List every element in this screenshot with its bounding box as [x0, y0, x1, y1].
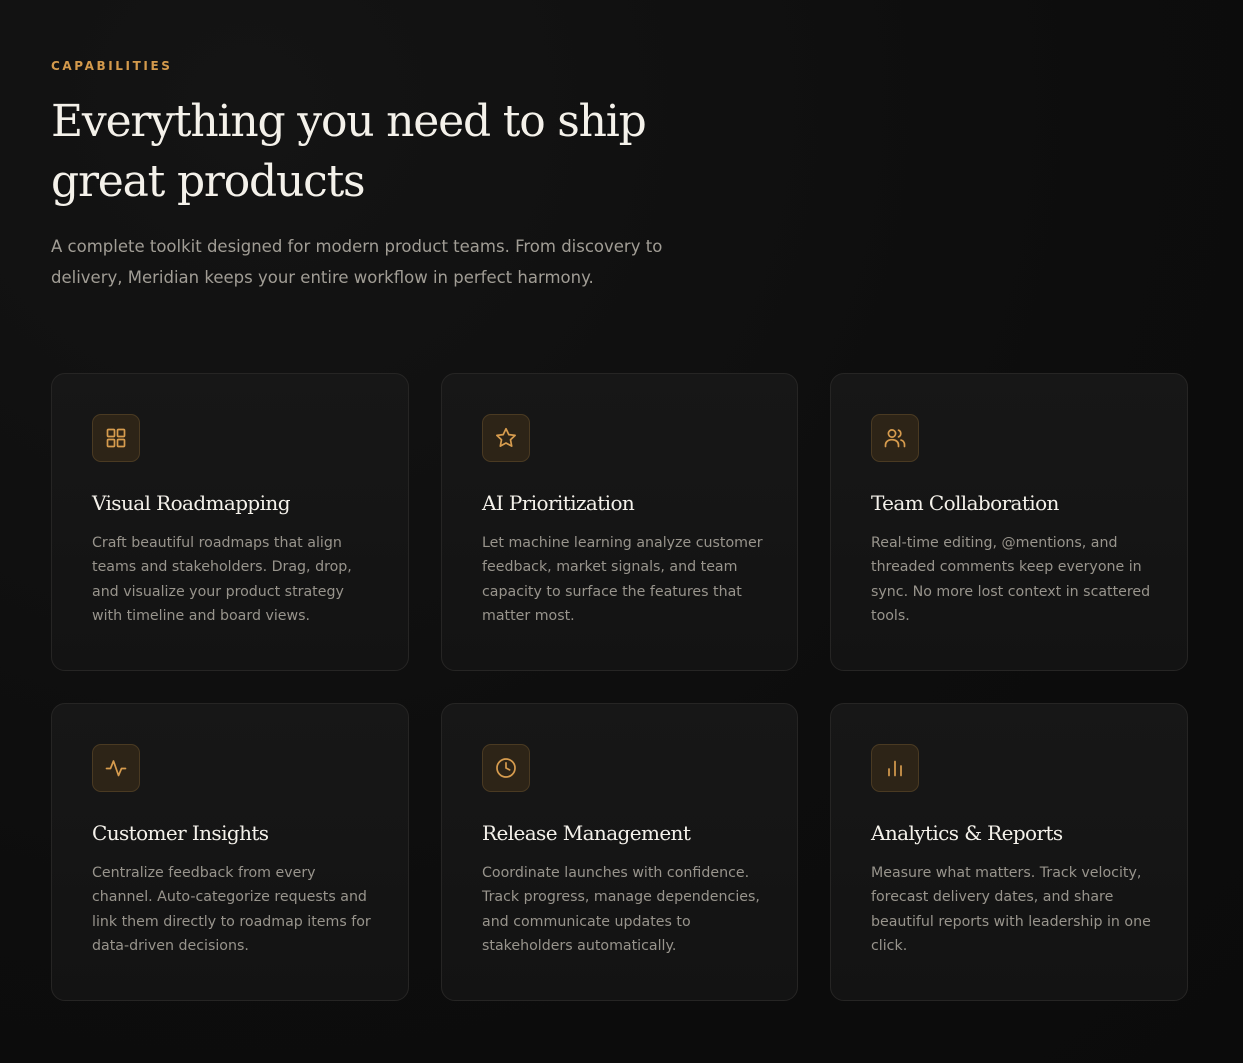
feature-description: Coordinate launches with confidence. Tra… — [482, 865, 760, 954]
feature-card-release-management: Release Management Coordinate launches w… — [441, 703, 798, 1001]
feature-card-analytics-reports: Analytics & Reports Measure what matters… — [830, 703, 1188, 1001]
features-grid: Visual Roadmapping Craft beautiful roadm… — [51, 373, 1188, 1001]
feature-title: Customer Insights — [92, 821, 269, 845]
users-icon — [871, 414, 919, 462]
feature-card-visual-roadmapping: Visual Roadmapping Craft beautiful roadm… — [51, 373, 409, 671]
feature-title: AI Prioritization — [482, 491, 635, 515]
section-eyebrow: CAPABILITIES — [51, 59, 173, 73]
feature-description: Centralize feedback from every channel. … — [92, 865, 371, 954]
section-lede: A complete toolkit designed for modern p… — [51, 237, 663, 287]
feature-title: Visual Roadmapping — [92, 491, 291, 515]
feature-card-customer-insights: Customer Insights Centralize feedback fr… — [51, 703, 409, 1001]
feature-card-team-collaboration: Team Collaboration Real-time editing, @m… — [830, 373, 1188, 671]
bar-chart-icon — [871, 744, 919, 792]
activity-icon — [92, 744, 140, 792]
grid-icon — [92, 414, 140, 462]
feature-description: Measure what matters. Track velocity, fo… — [871, 865, 1151, 954]
feature-description: Real-time editing, @mentions, and thread… — [871, 535, 1151, 624]
feature-title: Analytics & Reports — [871, 821, 1063, 845]
feature-title: Team Collaboration — [871, 491, 1059, 515]
feature-card-ai-prioritization: AI Prioritization Let machine learning a… — [441, 373, 798, 671]
feature-description: Craft beautiful roadmaps that align team… — [92, 535, 352, 624]
section-headline: Everything you need to ship great produc… — [51, 96, 647, 207]
star-icon — [482, 414, 530, 462]
feature-title: Release Management — [482, 821, 691, 845]
feature-description: Let machine learning analyze customer fe… — [482, 535, 763, 624]
clock-icon — [482, 744, 530, 792]
